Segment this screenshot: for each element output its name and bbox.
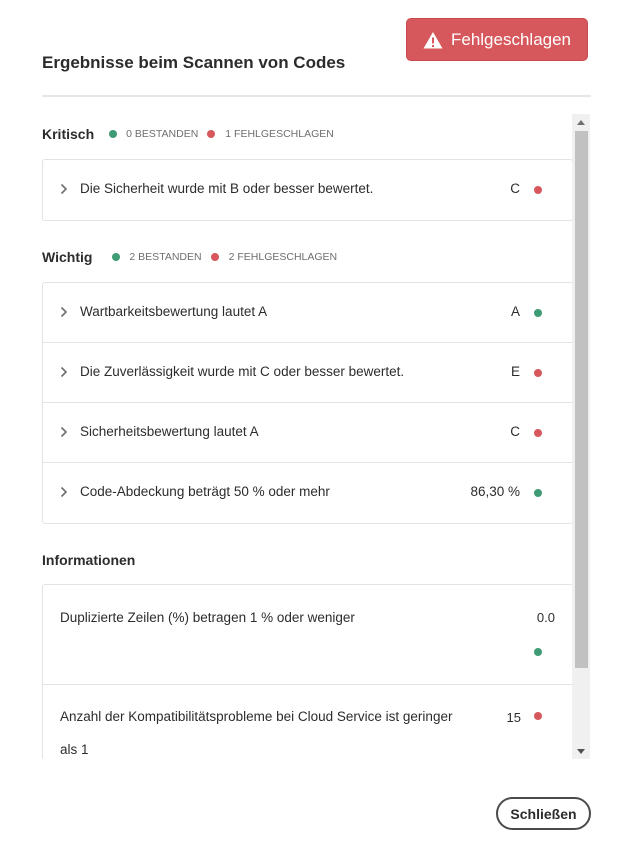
chevron-right-icon[interactable] xyxy=(60,183,68,195)
critical-failed-count: 1 FEHLGESCHLAGEN xyxy=(225,128,334,140)
passed-dot-icon xyxy=(112,253,121,261)
check-label: Code-Abdeckung beträgt 50 % oder mehr xyxy=(80,484,330,499)
check-label: Wartbarkeitsbewertung lautet A xyxy=(80,304,268,319)
dialog-title: Ergebnisse beim Scannen von Codes xyxy=(42,53,346,72)
warning-icon xyxy=(423,31,443,48)
close-button[interactable]: Schließen xyxy=(496,797,591,830)
critical-checks-card: Die Sicherheit wurde mit B oder besser b… xyxy=(42,159,573,221)
info-checks-card: Duplizierte Zeilen (%) betragen 1 % oder… xyxy=(42,584,573,759)
failed-status-icon xyxy=(534,712,542,720)
check-value: 86,30 % xyxy=(470,484,520,499)
check-label: Die Sicherheit wurde mit B oder besser b… xyxy=(80,181,374,196)
check-label: Die Zuverlässigkeit wurde mit C oder bes… xyxy=(80,364,405,379)
info-row: Duplizierte Zeilen (%) betragen 1 % oder… xyxy=(43,585,572,685)
section-important-title: Wichtig xyxy=(42,249,93,265)
check-value: C xyxy=(510,424,520,439)
check-row[interactable]: Wartbarkeitsbewertung lautet A A xyxy=(43,283,572,343)
check-row[interactable]: Die Sicherheit wurde mit B oder besser b… xyxy=(43,160,572,220)
section-important-header: Wichtig 2 BESTANDEN 2 FEHLGESCHLAGEN xyxy=(42,249,337,265)
important-failed-count: 2 FEHLGESCHLAGEN xyxy=(228,251,338,263)
passed-status-icon xyxy=(534,309,542,317)
failed-dot-icon xyxy=(207,130,216,138)
scrollbar-thumb[interactable] xyxy=(575,131,588,668)
scroll-up-arrow-icon[interactable] xyxy=(572,114,590,130)
check-row[interactable]: Sicherheitsbewertung lautet A C xyxy=(43,403,572,463)
status-badge: Fehlgeschlagen xyxy=(406,18,588,61)
info-label: Duplizierte Zeilen (%) betragen 1 % oder… xyxy=(60,610,355,625)
passed-status-icon xyxy=(534,489,542,497)
check-row[interactable]: Code-Abdeckung beträgt 50 % oder mehr 86… xyxy=(43,463,572,523)
critical-passed-count: 0 BESTANDEN xyxy=(126,128,199,140)
scroll-down-arrow-icon[interactable] xyxy=(572,743,590,759)
important-checks-card: Wartbarkeitsbewertung lautet A A Die Zuv… xyxy=(42,282,573,524)
check-value: E xyxy=(510,364,520,379)
header-divider xyxy=(42,95,591,97)
info-label: Anzahl der Kompatibilitätsprobleme bei C… xyxy=(60,709,453,757)
section-critical-title: Kritisch xyxy=(42,126,95,142)
chevron-right-icon[interactable] xyxy=(60,426,68,438)
failed-status-icon xyxy=(534,186,542,194)
passed-status-icon xyxy=(534,648,542,656)
check-row[interactable]: Die Zuverlässigkeit wurde mit C oder bes… xyxy=(43,343,572,403)
section-critical-header: Kritisch 0 BESTANDEN 1 FEHLGESCHLAGEN xyxy=(42,126,334,142)
important-passed-count: 2 BESTANDEN xyxy=(129,251,202,263)
status-badge-label: Fehlgeschlagen xyxy=(450,29,572,49)
info-value: 0.0 xyxy=(536,610,555,625)
failed-status-icon xyxy=(534,429,542,437)
check-value: C xyxy=(510,181,520,196)
critical-legend: 0 BESTANDEN 1 FEHLGESCHLAGEN xyxy=(109,128,334,140)
check-label: Sicherheitsbewertung lautet A xyxy=(80,424,259,439)
vertical-scrollbar[interactable] xyxy=(572,114,590,759)
chevron-right-icon[interactable] xyxy=(60,306,68,318)
info-row: Anzahl der Kompatibilitätsprobleme bei C… xyxy=(43,685,572,759)
scan-results-dialog: Fehlgeschlagen Ergebnisse beim Scannen v… xyxy=(0,0,633,852)
chevron-right-icon[interactable] xyxy=(60,366,68,378)
failed-dot-icon xyxy=(210,253,219,261)
check-value: A xyxy=(510,304,520,319)
info-value: 15 xyxy=(506,710,521,725)
chevron-right-icon[interactable] xyxy=(60,486,68,498)
important-legend: 2 BESTANDEN 2 FEHLGESCHLAGEN xyxy=(112,251,337,263)
passed-dot-icon xyxy=(109,130,118,138)
failed-status-icon xyxy=(534,369,542,377)
section-info-header: Informationen xyxy=(42,552,135,568)
results-scroll-area[interactable]: Kritisch 0 BESTANDEN 1 FEHLGESCHLAGEN Di… xyxy=(42,114,591,759)
section-info-title: Informationen xyxy=(42,552,136,568)
